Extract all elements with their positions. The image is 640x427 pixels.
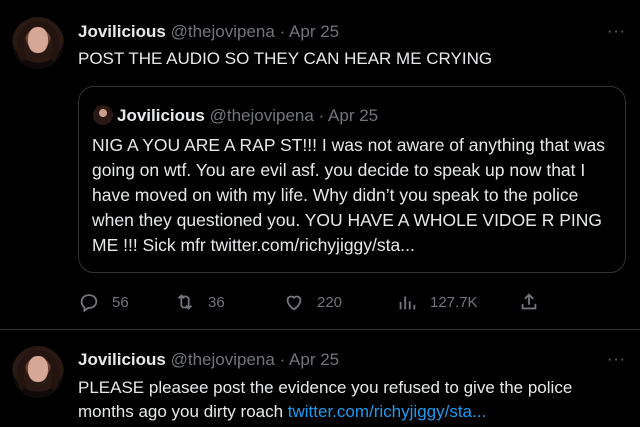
view-count: 127.7K: [430, 293, 478, 311]
share-icon: [521, 293, 537, 310]
like-button[interactable]: 220: [283, 288, 342, 316]
timestamp[interactable]: Apr 25: [289, 350, 339, 369]
tweet[interactable]: Jovilicious @thejovipena · Apr 25 ··· PL…: [0, 330, 640, 427]
quoted-display-name: Jovilicious: [117, 106, 205, 125]
avatar[interactable]: [12, 346, 64, 398]
handle[interactable]: @thejovipena: [171, 22, 275, 41]
quoted-avatar: [93, 105, 113, 125]
display-name[interactable]: Jovilicious: [78, 350, 166, 369]
retweet-count: 36: [208, 293, 225, 311]
avatar-face: [28, 27, 48, 53]
avatar[interactable]: [12, 17, 64, 69]
separator: ·: [318, 106, 325, 125]
reply-count: 56: [112, 293, 129, 311]
quoted-tweet[interactable]: Jovilicious @thejovipena · Apr 25 NIG A …: [78, 86, 626, 273]
quoted-tweet-text: NIG A YOU ARE A RAP ST!!! I was not awar…: [92, 135, 605, 255]
separator: ·: [279, 22, 286, 41]
avatar-face: [28, 356, 48, 382]
retweet-button[interactable]: 36: [174, 288, 225, 316]
like-count: 220: [317, 293, 343, 311]
handle[interactable]: @thejovipena: [171, 350, 275, 369]
more-options-icon[interactable]: ···: [607, 24, 626, 40]
reply-icon: [80, 294, 98, 313]
tweet-text: POST THE AUDIO SO THEY CAN HEAR ME CRYIN…: [78, 49, 493, 68]
quoted-timestamp: Apr 25: [328, 106, 379, 125]
quoted-tweet-header: Jovilicious @thejovipena · Apr 25: [93, 105, 378, 126]
tweet[interactable]: Jovilicious @thejovipena · Apr 25 ··· PO…: [0, 0, 640, 329]
views-button[interactable]: 127.7K: [396, 288, 478, 316]
tweet-link[interactable]: twitter.com/richyjiggy/sta...: [288, 402, 486, 421]
tweet-header: Jovilicious @thejovipena · Apr 25: [78, 22, 339, 42]
tweet-header: Jovilicious @thejovipena · Apr 25: [78, 350, 339, 370]
heart-icon: [286, 295, 302, 311]
separator: ·: [279, 350, 286, 369]
retweet-icon: [177, 294, 193, 310]
share-button[interactable]: [518, 288, 552, 316]
reply-button[interactable]: 56: [78, 288, 129, 316]
tweet-text: PLEASE pleasee post the evidence you ref…: [78, 376, 626, 424]
quoted-handle: @thejovipena: [209, 106, 314, 125]
timestamp[interactable]: Apr 25: [289, 22, 339, 41]
analytics-icon: [399, 296, 416, 310]
more-options-icon[interactable]: ···: [607, 352, 626, 368]
display-name[interactable]: Jovilicious: [78, 22, 166, 41]
action-bar: 56 36 220 127.7K: [78, 288, 626, 316]
